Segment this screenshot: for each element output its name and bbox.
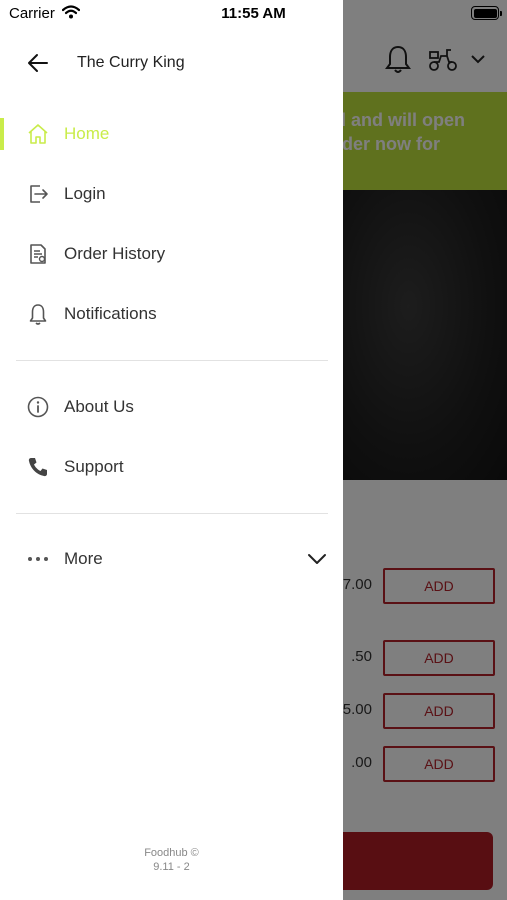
menu-item-about-us[interactable]: About Us xyxy=(0,382,343,432)
menu-label-about-us: About Us xyxy=(64,397,134,416)
menu-label-order-history: Order History xyxy=(64,244,166,263)
footer-brand: Foodhub © xyxy=(144,847,199,859)
menu-label-home: Home xyxy=(64,124,110,143)
battery-icon xyxy=(471,6,502,20)
chevron-down-icon[interactable] xyxy=(306,548,328,570)
menu-item-home[interactable]: Home xyxy=(0,109,343,159)
menu-label-login: Login xyxy=(64,184,106,203)
drawer-header: The Curry King xyxy=(0,28,343,98)
login-icon xyxy=(30,185,48,203)
back-arrow-icon[interactable] xyxy=(26,51,50,75)
order-history-icon xyxy=(30,244,46,264)
app-footer: Foodhub © 9.11 - 2 xyxy=(0,846,343,874)
menu-divider xyxy=(16,513,328,514)
status-bar: Carrier 11:55 AM xyxy=(0,0,507,28)
menu-label-support: Support xyxy=(64,457,124,476)
menu-item-more[interactable]: More xyxy=(0,534,343,584)
home-icon xyxy=(28,124,48,144)
footer-version: 9.11 - 2 xyxy=(153,861,190,873)
menu-item-order-history[interactable]: Order History xyxy=(0,229,343,279)
menu-divider xyxy=(16,360,328,361)
menu-item-support[interactable]: Support xyxy=(0,442,343,492)
navigation-drawer: The Curry King Home Login Order History … xyxy=(0,0,343,900)
phone-icon xyxy=(28,458,47,477)
more-dots-icon xyxy=(28,557,48,561)
menu-item-login[interactable]: Login xyxy=(0,169,343,219)
menu-label-more: More xyxy=(64,549,103,568)
bell-icon xyxy=(29,304,47,325)
active-indicator xyxy=(0,118,4,150)
menu-item-notifications[interactable]: Notifications xyxy=(0,289,343,339)
store-name: The Curry King xyxy=(77,54,185,71)
info-icon xyxy=(27,396,49,418)
clock: 11:55 AM xyxy=(221,5,286,22)
menu-label-notifications: Notifications xyxy=(64,304,157,323)
